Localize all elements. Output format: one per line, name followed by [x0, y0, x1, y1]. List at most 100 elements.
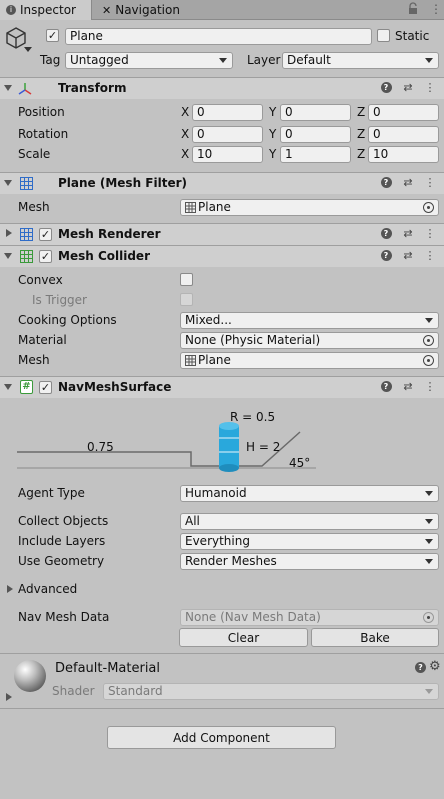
scale-x-input[interactable]: 10 [192, 146, 263, 163]
object-picker-icon[interactable] [423, 335, 434, 346]
position-y-input[interactable]: 0 [280, 104, 351, 121]
object-picker-icon[interactable] [423, 355, 434, 366]
sliders-icon[interactable]: ⇄ [402, 226, 414, 240]
mesh-filter-title: Plane (Mesh Filter) [58, 176, 187, 190]
kebab-menu-icon[interactable]: ⋮ [424, 379, 436, 393]
scale-z-input[interactable]: 10 [368, 146, 439, 163]
position-x-input[interactable]: 0 [192, 104, 263, 121]
mesh-renderer-header[interactable]: ✓ Mesh Renderer ? ⇄ ⋮ [0, 223, 444, 245]
sliders-icon[interactable]: ⇄ [402, 248, 414, 262]
axis-y-label: Y [269, 105, 277, 119]
tab-navigation-label: Navigation [115, 3, 180, 17]
advanced-label: Advanced [18, 582, 78, 596]
script-hash-icon: # [20, 380, 33, 394]
kebab-menu-icon[interactable]: ⋮ [424, 248, 436, 262]
transform-axes-icon [18, 82, 32, 96]
mesh-renderer-enabled-checkbox[interactable]: ✓ [39, 228, 52, 241]
tab-navigation[interactable]: ✕ Navigation [96, 0, 186, 20]
transform-title: Transform [58, 81, 127, 95]
tag-dropdown[interactable]: Untagged [65, 52, 233, 69]
tab-inspector[interactable]: i Inspector [0, 0, 92, 20]
cooking-options-label: Cooking Options [18, 313, 117, 327]
grid-icon [185, 355, 196, 366]
cooking-options-dropdown[interactable]: Mixed... [180, 312, 439, 329]
material-separator [0, 653, 444, 654]
help-icon[interactable]: ? [415, 662, 426, 673]
help-icon[interactable]: ? [380, 248, 392, 262]
material-label: Material [18, 333, 67, 347]
foldout-arrow-icon[interactable] [4, 85, 12, 91]
axis-x-label: X [181, 147, 190, 161]
compass-icon: ✕ [102, 3, 112, 17]
layer-dropdown[interactable]: Default [282, 52, 439, 69]
sliders-icon[interactable]: ⇄ [402, 379, 414, 393]
use-geometry-dropdown[interactable]: Render Meshes [180, 553, 439, 570]
material-name: Default-Material [55, 661, 161, 676]
mesh-renderer-title: Mesh Renderer [58, 227, 161, 241]
help-icon[interactable]: ? [380, 175, 392, 189]
chevron-down-icon[interactable] [24, 47, 32, 52]
tag-label: Tag [40, 53, 61, 67]
lock-icon[interactable] [408, 2, 418, 16]
navmesh-enabled-checkbox[interactable]: ✓ [39, 381, 52, 394]
info-icon: i [6, 5, 16, 15]
is-trigger-label: Is Trigger [32, 293, 87, 307]
rotation-x-input[interactable]: 0 [192, 126, 263, 143]
axis-y-label: Y [269, 127, 277, 141]
foldout-arrow-icon[interactable] [6, 229, 12, 237]
navmesh-surface-header[interactable]: # ✓ NavMeshSurface ? ⇄ ⋮ [0, 376, 444, 398]
foldout-arrow-icon[interactable] [6, 693, 12, 701]
collect-objects-dropdown[interactable]: All [180, 513, 439, 530]
tab-inspector-label: Inspector [20, 3, 76, 17]
mesh-collider-header[interactable]: ✓ Mesh Collider ? ⇄ ⋮ [0, 245, 444, 267]
kebab-menu-icon[interactable]: ⋮ [424, 80, 436, 94]
foldout-arrow-icon [7, 585, 13, 593]
convex-checkbox[interactable] [180, 273, 193, 286]
physic-material-value: None (Physic Material) [185, 333, 321, 347]
foldout-arrow-icon[interactable] [4, 180, 12, 186]
nav-mesh-data-label: Nav Mesh Data [18, 610, 110, 624]
bake-button[interactable]: Bake [311, 628, 439, 647]
help-icon[interactable]: ? [380, 80, 392, 94]
position-z-input[interactable]: 0 [368, 104, 439, 121]
static-checkbox[interactable] [377, 29, 390, 42]
grid-icon [20, 228, 33, 241]
scale-y-input[interactable]: 1 [280, 146, 351, 163]
kebab-menu-icon[interactable]: ⋮ [424, 226, 436, 240]
layer-label: Layer [247, 53, 281, 67]
include-layers-label: Include Layers [18, 534, 106, 548]
include-layers-dropdown[interactable]: Everything [180, 533, 439, 550]
add-component-button[interactable]: Add Component [107, 726, 336, 749]
object-name-input[interactable]: Plane [65, 28, 372, 45]
collider-mesh-field[interactable]: Plane [180, 352, 439, 369]
mesh-filter-header[interactable]: Plane (Mesh Filter) ? ⇄ ⋮ [0, 172, 444, 194]
mesh-filter-mesh-value: Plane [198, 200, 231, 214]
mesh-collider-enabled-checkbox[interactable]: ✓ [39, 250, 52, 263]
agent-type-dropdown[interactable]: Humanoid [180, 485, 439, 502]
foldout-arrow-icon[interactable] [4, 253, 12, 259]
transform-header[interactable]: Transform ? ⇄ ⋮ [0, 77, 444, 99]
sliders-icon[interactable]: ⇄ [402, 80, 414, 94]
help-icon[interactable]: ? [380, 379, 392, 393]
physic-material-field[interactable]: None (Physic Material) [180, 332, 439, 349]
agent-height-label: H = 2 [246, 440, 281, 454]
active-checkbox[interactable]: ✓ [46, 29, 59, 42]
advanced-foldout[interactable]: Advanced [6, 582, 126, 598]
axis-z-label: Z [357, 127, 366, 141]
nav-mesh-data-field: None (Nav Mesh Data) [180, 609, 439, 626]
kebab-menu-icon[interactable]: ⋮ [430, 1, 442, 17]
rotation-y-input[interactable]: 0 [280, 126, 351, 143]
clear-button[interactable]: Clear [179, 628, 308, 647]
kebab-menu-icon[interactable]: ⋮ [424, 175, 436, 189]
rotation-label: Rotation [18, 127, 69, 141]
help-icon[interactable]: ? [380, 226, 392, 240]
foldout-arrow-icon[interactable] [4, 384, 12, 390]
mesh-filter-mesh-field[interactable]: Plane [180, 199, 439, 216]
sliders-icon[interactable]: ⇄ [402, 175, 414, 189]
object-picker-icon[interactable] [423, 202, 434, 213]
axis-x-label: X [181, 127, 190, 141]
rotation-z-input[interactable]: 0 [368, 126, 439, 143]
gear-icon[interactable]: ⚙ [429, 659, 441, 674]
axis-z-label: Z [357, 147, 366, 161]
material-sphere-icon [14, 660, 46, 692]
